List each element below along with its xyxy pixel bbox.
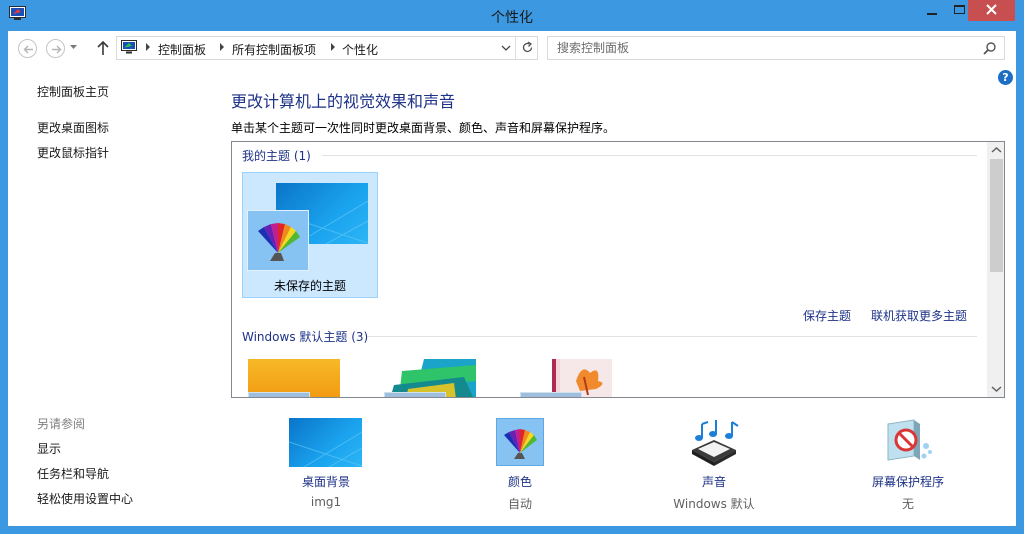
change-desktop-icons-link[interactable]: 更改桌面图标 (37, 119, 109, 136)
color-link[interactable]: 颜色 (450, 473, 590, 490)
search-box[interactable] (547, 36, 1005, 60)
breadcrumb-personalization[interactable]: 个性化 (342, 41, 378, 58)
sound-link[interactable]: 声音 (644, 473, 784, 490)
desktop-background-link[interactable]: 桌面背景 (256, 473, 396, 490)
breadcrumb-separator-icon[interactable] (220, 43, 224, 51)
theme-color-swatch (520, 392, 582, 397)
control-panel-home-link[interactable]: 控制面板主页 (37, 83, 109, 100)
group-divider (367, 336, 977, 337)
address-history-chevron-icon[interactable] (501, 43, 511, 53)
color-palette-icon (247, 210, 309, 271)
up-arrow-icon[interactable] (96, 39, 110, 57)
screen-saver-icon (887, 419, 932, 461)
back-arrow-icon (23, 45, 33, 54)
windows-default-themes-header[interactable]: Windows 默认主题 (3) (242, 328, 368, 345)
breadcrumb-control-panel[interactable]: 控制面板 (158, 41, 206, 58)
taskbar-navigation-link[interactable]: 任务栏和导航 (37, 465, 109, 482)
ease-of-access-link[interactable]: 轻松使用设置中心 (37, 490, 133, 507)
search-icon[interactable] (983, 41, 997, 55)
chevron-down-icon (70, 45, 77, 49)
default-theme-flowers[interactable] (520, 359, 612, 397)
maximize-icon (954, 5, 965, 14)
navigation-bar: 控制面板 所有控制面板项 个性化 (8, 31, 1016, 65)
forward-button[interactable] (46, 39, 65, 58)
title-bar[interactable]: 个性化 (0, 0, 1024, 31)
window-title: 个性化 (491, 10, 533, 26)
default-theme-lines-and-colors[interactable] (384, 359, 476, 397)
color-value: 自动 (507, 497, 532, 511)
breadcrumb-separator-icon[interactable] (331, 43, 335, 51)
minimize-button[interactable] (918, 0, 945, 21)
desktop-background-value: img1 (310, 495, 342, 509)
back-button[interactable] (18, 39, 37, 58)
see-also-heading: 另请参阅 (37, 417, 86, 431)
client-area: 控制面板 所有控制面板项 个性化 搜索控制面板 ? 控制面板主页 更改桌面图标 … (8, 31, 1016, 526)
theme-list-scrollbar[interactable] (987, 142, 1004, 397)
default-theme-windows[interactable] (248, 359, 340, 397)
sound-icon (692, 420, 739, 466)
screen-saver-value: 无 (901, 497, 914, 511)
theme-list[interactable]: 我的主题 (1) 未保存的主题 保存主题 联机获取更多主题 Windows 默认… (231, 141, 1005, 398)
scroll-down-icon[interactable] (988, 380, 1005, 397)
control-panel-icon (121, 40, 137, 54)
help-icon[interactable]: ? (998, 70, 1013, 85)
refresh-icon[interactable] (521, 41, 534, 54)
unsaved-theme-tile[interactable]: 未保存的主题 (242, 172, 378, 298)
close-button[interactable] (968, 0, 1015, 21)
address-divider (515, 37, 516, 59)
screen-saver-link[interactable]: 屏幕保护程序 (838, 473, 978, 490)
scrollbar-thumb[interactable] (990, 159, 1003, 272)
close-icon (986, 4, 997, 15)
minimize-icon (927, 13, 937, 15)
desktop-background-icon (289, 418, 362, 467)
display-link[interactable]: 显示 (37, 440, 61, 457)
save-theme-link[interactable]: 保存主题 (803, 307, 851, 324)
page-description: 单击某个主题可一次性同时更改桌面背景、颜色、声音和屏幕保护程序。 (231, 121, 616, 135)
get-more-themes-link[interactable]: 联机获取更多主题 (871, 307, 967, 324)
page-title: 更改计算机上的视觉效果和声音 (231, 92, 456, 111)
sound-value: Windows 默认 (673, 497, 755, 511)
window: 个性化 控制面板 所有控制面板项 个性化 搜索控制面板 ? 控制面板主页 更改桌… (0, 0, 1024, 534)
scroll-up-icon[interactable] (988, 142, 1005, 159)
theme-color-swatch (248, 392, 310, 397)
search-input[interactable] (548, 37, 968, 59)
unsaved-theme-label: 未保存的主题 (273, 279, 346, 293)
color-palette-icon (496, 418, 544, 466)
forward-arrow-icon (52, 45, 62, 54)
my-themes-header[interactable]: 我的主题 (1) (242, 147, 311, 164)
group-divider (322, 155, 977, 156)
breadcrumb-separator-icon[interactable] (146, 43, 150, 51)
theme-color-swatch (384, 392, 446, 397)
change-mouse-pointers-link[interactable]: 更改鼠标指针 (37, 144, 109, 161)
breadcrumb-all-items[interactable]: 所有控制面板项 (232, 41, 316, 58)
address-bar[interactable]: 控制面板 所有控制面板项 个性化 (116, 36, 538, 60)
